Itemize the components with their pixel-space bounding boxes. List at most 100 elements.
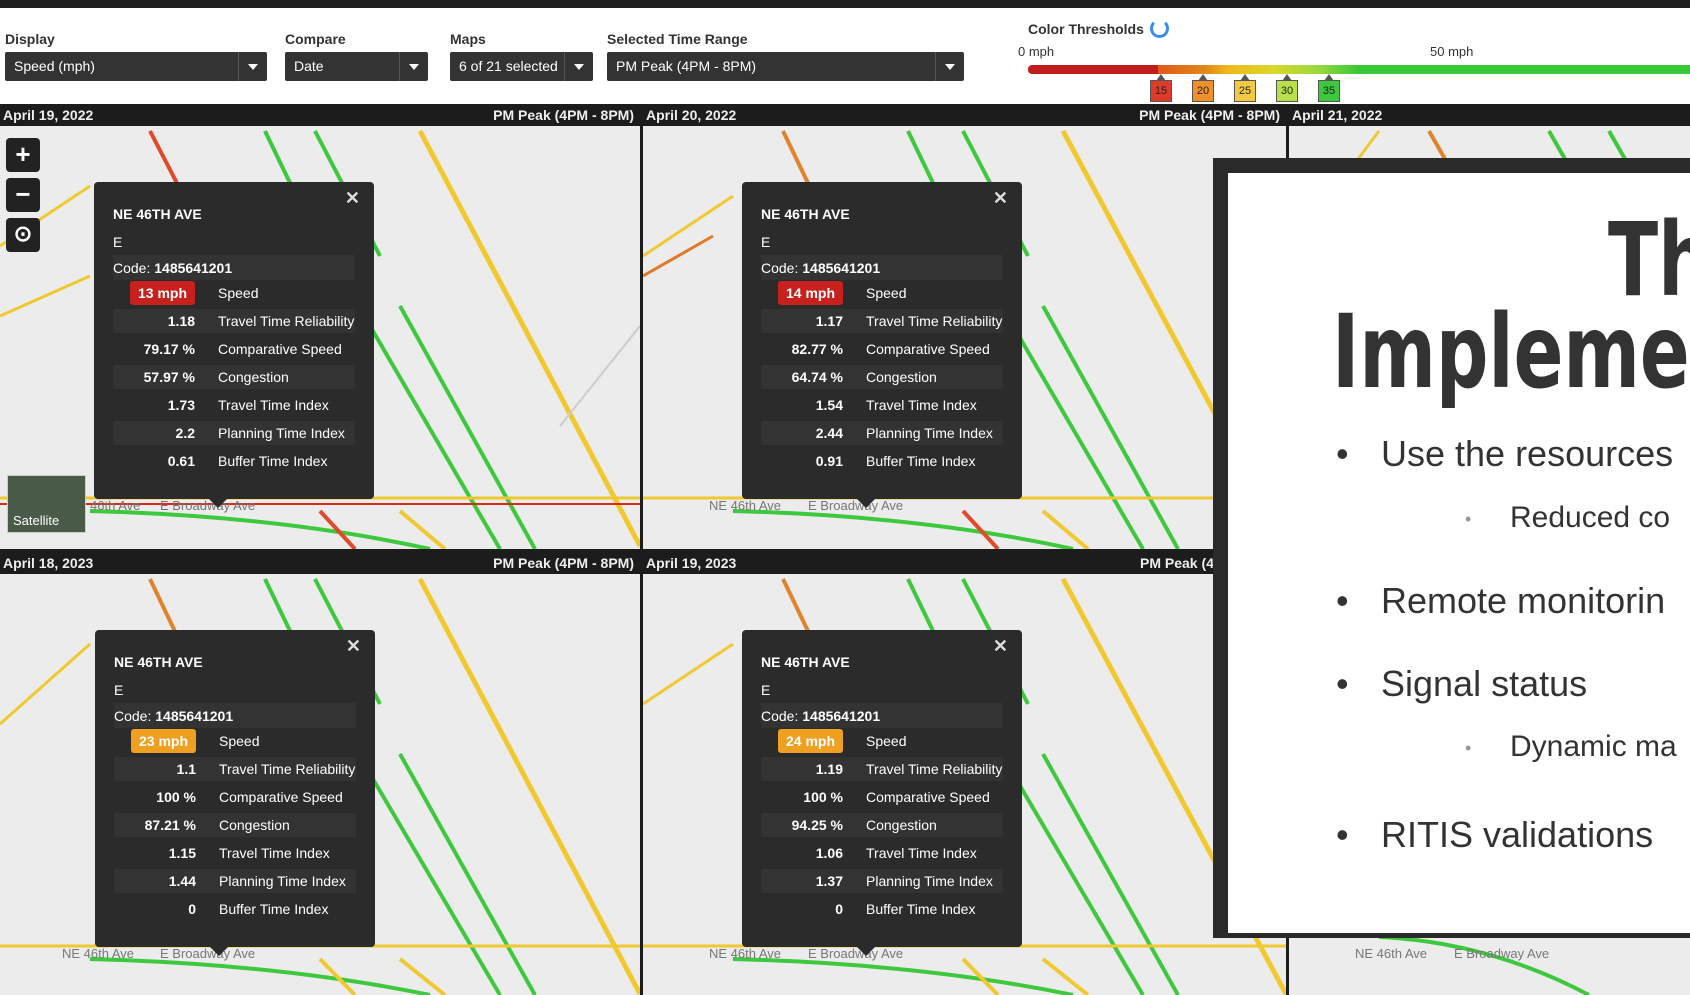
metric-label: Travel Time Index: [218, 397, 329, 413]
panel-time-range: PM Peak (4: [1140, 555, 1214, 571]
metric-value: 79.17 %: [143, 341, 195, 357]
metric-value: 0.91: [815, 453, 843, 469]
popup-road-name: NE 46TH AVE: [761, 654, 850, 670]
metric-label: Travel Time Reliability: [866, 761, 1003, 777]
chevron-down-icon: [564, 52, 593, 81]
close-icon[interactable]: ✕: [346, 636, 361, 657]
street-label: E Broadway Ave: [160, 946, 256, 961]
locate-icon[interactable]: ⊙: [6, 218, 40, 252]
threshold-marker[interactable]: 15: [1150, 74, 1172, 102]
refresh-icon[interactable]: [1150, 19, 1169, 38]
street-label: NE 46th Ave: [1355, 946, 1428, 961]
popup-speed-row: 24 mph Speed: [761, 729, 1003, 753]
popup-code: Code: 1485641201: [761, 703, 1003, 728]
compare-value: Date: [294, 58, 324, 74]
metric-label: Buffer Time Index: [218, 453, 328, 469]
popup-code-value: 1485641201: [155, 708, 234, 724]
street-label: E Broadway Ave: [160, 498, 256, 513]
close-icon[interactable]: ✕: [993, 188, 1008, 209]
popup-metric-row: 100 % Comparative Speed: [761, 785, 1003, 809]
popup-metric-row: 1.15 Travel Time Index: [114, 841, 356, 865]
popup-metric-row: 1.19 Travel Time Reliability: [761, 757, 1003, 781]
metric-label: Travel Time Reliability: [218, 313, 355, 329]
popup-metric-row: 1.37 Planning Time Index: [761, 869, 1003, 893]
panel-header: April 20, 2022 PM Peak (4PM - 8PM): [643, 104, 1286, 126]
panel-time-range: PM Peak (4PM - 8PM): [493, 555, 634, 571]
popup-code-value: 1485641201: [154, 260, 233, 276]
panel-date: April 20, 2022: [646, 107, 737, 123]
metric-label: Congestion: [866, 369, 937, 385]
metric-value: 87.21 %: [144, 817, 196, 833]
popup-code-label: Code:: [761, 260, 803, 276]
popup-direction: E: [113, 234, 123, 250]
threshold-tick-start: 0 mph: [1018, 44, 1055, 59]
close-icon[interactable]: ✕: [345, 188, 360, 209]
popup-metric-row: 2.2 Planning Time Index: [113, 421, 355, 445]
panel-date: April 21, 2022: [1292, 107, 1383, 123]
panel-header: April 19, 2023 PM Peak (4: [643, 552, 1286, 574]
threshold-marker[interactable]: 30: [1276, 74, 1298, 102]
panel-date: April 19, 2023: [646, 555, 737, 571]
popup-road-name: NE 46TH AVE: [761, 206, 850, 222]
metric-label: Planning Time Index: [866, 425, 993, 441]
close-icon[interactable]: ✕: [993, 636, 1008, 657]
popup-code: Code: 1485641201: [113, 255, 355, 280]
bullet-text: Use the resources: [1381, 433, 1674, 474]
street-label: NE 46th Ave: [62, 946, 135, 961]
metric-label: Travel Time Index: [866, 397, 977, 413]
satellite-toggle[interactable]: Satellite: [7, 475, 86, 533]
panel-date: April 18, 2023: [3, 555, 94, 571]
time-range-label: Selected Time Range: [607, 31, 748, 47]
street-label: E Broadway Ave: [808, 498, 904, 513]
map-panel[interactable]: April 19, 2023 PM Peak (4 NE 46th Ave E …: [643, 552, 1286, 995]
metric-label: Comparative Speed: [218, 341, 342, 357]
bullet-dot-icon: •: [1336, 433, 1349, 474]
popup-code-value: 1485641201: [802, 260, 881, 276]
popup-metric-row: 0 Buffer Time Index: [761, 897, 1003, 921]
zoom-out-button[interactable]: −: [6, 178, 40, 212]
metric-value: 64.74 %: [791, 369, 843, 385]
map-panel[interactable]: April 18, 2023 PM Peak (4PM - 8PM) NE 46…: [0, 552, 640, 995]
metric-label: Travel Time Reliability: [219, 761, 356, 777]
popup-metric-row: 1.18 Travel Time Reliability: [113, 309, 355, 333]
metric-value: 1.06: [815, 845, 843, 861]
map-panel[interactable]: April 20, 2022 PM Peak (4PM - 8PM) NE 46…: [643, 104, 1286, 549]
street-label: E Broadway Ave: [808, 946, 904, 961]
metric-label: Comparative Speed: [219, 789, 343, 805]
bullet-text: Signal status: [1381, 663, 1588, 704]
compare-select[interactable]: Date: [285, 52, 428, 81]
display-value: Speed (mph): [14, 58, 95, 74]
speed-badge: 14 mph: [777, 281, 843, 305]
zoom-in-button[interactable]: +: [6, 138, 40, 172]
time-range-select[interactable]: PM Peak (4PM - 8PM): [607, 52, 964, 81]
map-panel[interactable]: April 19, 2022 PM Peak (4PM - 8PM) + − ⊙…: [0, 104, 640, 549]
street-label: NE 46th Ave: [709, 946, 782, 961]
slide-title-line2: Impleme: [1332, 293, 1690, 412]
popup-metric-row: 94.25 % Congestion: [761, 813, 1003, 837]
metric-label: Travel Time Reliability: [866, 313, 1003, 329]
metric-label: Comparative Speed: [866, 341, 990, 357]
maps-select[interactable]: 6 of 21 selected: [450, 52, 593, 81]
slide-overlay: Th Impleme •Use the resources•Reduced co…: [1213, 158, 1690, 938]
popup-metric-row: 1.06 Travel Time Index: [761, 841, 1003, 865]
threshold-marker[interactable]: 20: [1192, 74, 1214, 102]
maps-label: Maps: [450, 31, 486, 47]
metric-label: Travel Time Index: [866, 845, 977, 861]
street-label: E Broadway Ave: [1454, 946, 1550, 961]
popup-direction: E: [114, 682, 124, 698]
popup-road-name: NE 46TH AVE: [114, 654, 203, 670]
segment-popup: ✕ NE 46TH AVE E Code: 1485641201 23 mph Speed…: [95, 630, 375, 956]
popup-metric-row: 64.74 % Congestion: [761, 365, 1003, 389]
popup-metric-row: 1.17 Travel Time Reliability: [761, 309, 1003, 333]
bullet-dot-icon: •: [1336, 580, 1349, 621]
panel-header: April 19, 2022 PM Peak (4PM - 8PM): [0, 104, 640, 126]
threshold-marker[interactable]: 35: [1318, 74, 1340, 102]
metric-value: 1.73: [167, 397, 195, 413]
metric-label: Comparative Speed: [866, 789, 990, 805]
display-select[interactable]: Speed (mph): [5, 52, 267, 81]
street-label: 46th Ave: [90, 498, 141, 513]
popup-direction: E: [761, 234, 771, 250]
threshold-marker[interactable]: 25: [1234, 74, 1256, 102]
metric-label: Planning Time Index: [219, 873, 346, 889]
bullet-text: Reduced co: [1510, 501, 1671, 534]
